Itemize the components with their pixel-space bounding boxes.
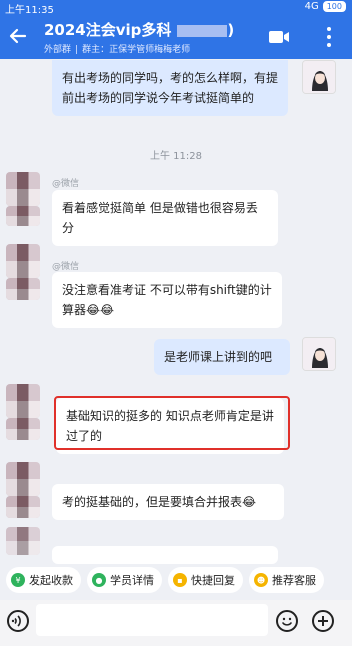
message-bubble: 没注意看准考证 不可以带有shift键的计算器😂😂 (52, 272, 282, 328)
chat-title[interactable]: 2024注会vip多科) (44, 19, 234, 40)
message-bubble: 看着感觉挺简单 但是做错也很容易丢分 (52, 190, 278, 246)
highlight-box (54, 396, 290, 450)
more-options-icon[interactable] (326, 27, 332, 47)
start-payment-button[interactable]: ¥ 发起收款 (6, 567, 81, 593)
sender-avatar-blur (6, 278, 40, 300)
message-bubble: 考的挺基础的，但是要填合并报表😂 (52, 484, 284, 520)
sender-name: @微信 (52, 179, 80, 189)
message-timestamp: 上午 11:28 (150, 151, 202, 162)
sender-avatar[interactable] (6, 244, 40, 278)
quick-reply-icon: ▪ (173, 573, 187, 587)
status-icons: 4G 100 (305, 1, 346, 12)
add-attachment-icon[interactable] (312, 610, 334, 632)
message-input-bar (0, 600, 352, 646)
chat-header: 上午11:35 4G 100 2024注会vip多科) 外部群 | 群主：正保学管师… (0, 0, 352, 59)
recommend-service-button[interactable]: ☻ 推荐客服 (249, 567, 324, 593)
battery-icon: 100 (322, 1, 346, 12)
more-dot (327, 43, 331, 47)
my-avatar[interactable] (302, 337, 336, 371)
sender-avatar-blur (6, 496, 40, 518)
more-dot (327, 35, 331, 39)
subtitle-divider: | (75, 45, 79, 55)
group-owner-label: 群主：正保学管师梅梅老师 (82, 45, 191, 55)
avatar-illustration (303, 61, 335, 93)
quick-action-label: 发起收款 (29, 574, 73, 587)
recommend-service-icon: ☻ (254, 573, 268, 587)
quick-action-label: 学员详情 (110, 574, 154, 587)
avatar-illustration (303, 338, 335, 370)
status-bar: 上午11:35 4G 100 (0, 0, 352, 16)
my-avatar[interactable] (302, 60, 336, 94)
chat-title-suffix: ) (227, 21, 235, 39)
message-bubble: 有出考场的同学吗，考的怎么样啊，有提前出考场的同学说今年考试挺简单的 (52, 60, 288, 116)
quick-reply-button[interactable]: ▪ 快捷回复 (168, 567, 243, 593)
sender-avatar[interactable] (6, 462, 40, 496)
sender-avatar[interactable] (6, 172, 40, 206)
signal-icon: 4G (304, 1, 319, 12)
status-time: 上午11:35 (5, 5, 54, 16)
voice-input-icon[interactable] (7, 610, 29, 632)
message-bubble-partial (52, 546, 278, 564)
user-detail-icon: ● (92, 573, 106, 587)
chat-subtitle: 外部群 | 群主：正保学管师梅梅老师 (44, 42, 190, 55)
sender-avatar-blur (6, 418, 40, 440)
student-detail-button[interactable]: ● 学员详情 (87, 567, 162, 593)
emoji-icon[interactable] (276, 610, 298, 632)
redacted-name (177, 24, 228, 37)
message-text-input[interactable] (36, 604, 268, 636)
sender-name: @微信 (52, 262, 80, 272)
video-call-icon[interactable] (268, 29, 290, 45)
back-arrow-icon[interactable] (8, 26, 28, 46)
quick-action-label: 推荐客服 (272, 574, 316, 587)
quick-action-label: 快捷回复 (191, 574, 235, 587)
sender-avatar[interactable] (6, 384, 40, 418)
sender-avatar-blur (6, 206, 40, 226)
message-bubble: 是老师课上讲到的吧 (154, 339, 290, 375)
external-group-tag: 外部群 (44, 45, 72, 55)
payment-icon: ¥ (11, 573, 25, 587)
voice-waves (11, 615, 21, 627)
chat-title-text: 2024注会vip多科 (44, 21, 172, 39)
emoji-face (282, 617, 292, 626)
sender-avatar[interactable] (6, 527, 40, 555)
more-dot (327, 27, 331, 31)
quick-actions-bar: ¥ 发起收款 ● 学员详情 ▪ 快捷回复 ☻ 推荐客服 (0, 567, 352, 597)
